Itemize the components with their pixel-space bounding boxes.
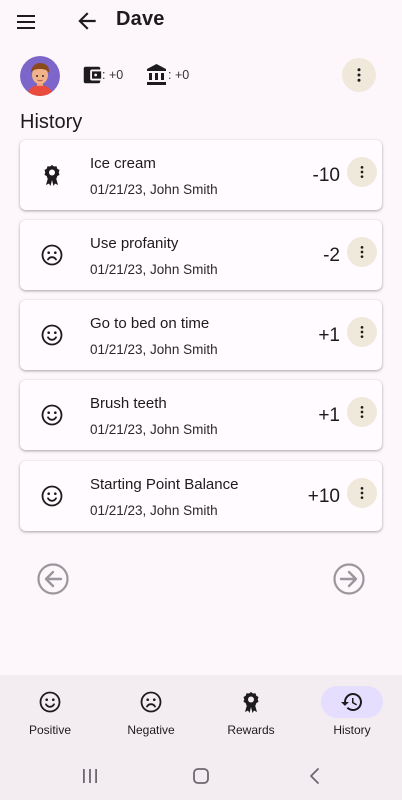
history-item-meta: 01/21/23, John Smith bbox=[90, 262, 218, 277]
smile-face-icon bbox=[41, 404, 63, 426]
item-more-button[interactable] bbox=[347, 237, 377, 267]
sad-face-icon bbox=[140, 691, 162, 713]
nav-label: Negative bbox=[127, 723, 175, 737]
nav-history[interactable]: History bbox=[302, 675, 402, 753]
more-vert-icon bbox=[357, 68, 361, 82]
sad-face-icon bbox=[41, 244, 63, 266]
more-vert-icon bbox=[360, 166, 364, 178]
bank-balance: : +0 bbox=[168, 68, 190, 82]
history-item[interactable]: Go to bed on time 01/21/23, John Smith +… bbox=[20, 300, 382, 370]
history-item-name: Use profanity bbox=[90, 235, 179, 252]
menu-icon[interactable] bbox=[14, 10, 38, 34]
history-item[interactable]: Starting Point Balance 01/21/23, John Sm… bbox=[20, 461, 382, 531]
more-vert-icon bbox=[360, 246, 364, 258]
smile-face-icon bbox=[41, 485, 63, 507]
history-item[interactable]: Ice cream 01/21/23, John Smith -10 bbox=[20, 140, 382, 210]
item-more-button[interactable] bbox=[347, 157, 377, 187]
next-page-icon[interactable] bbox=[333, 563, 365, 595]
history-item[interactable]: Use profanity 01/21/23, John Smith -2 bbox=[20, 220, 382, 290]
history-item-name: Brush teeth bbox=[90, 395, 167, 412]
nav-label: Rewards bbox=[227, 723, 275, 737]
bank-icon bbox=[147, 64, 166, 85]
wallet-balance: : +0 bbox=[102, 68, 124, 82]
history-item-name: Ice cream bbox=[90, 155, 156, 172]
history-item-points: -2 bbox=[323, 245, 340, 266]
history-item-meta: 01/21/23, John Smith bbox=[90, 422, 218, 437]
history-item-meta: 01/21/23, John Smith bbox=[90, 503, 218, 518]
history-item-points: +1 bbox=[318, 405, 340, 426]
more-vert-icon bbox=[360, 326, 364, 338]
item-more-button[interactable] bbox=[347, 317, 377, 347]
app-bar: Dave bbox=[0, 0, 402, 44]
history-item-points: -10 bbox=[312, 165, 340, 186]
nav-pill bbox=[220, 686, 282, 718]
nav-label: History bbox=[333, 723, 371, 737]
reward-ribbon-icon bbox=[44, 165, 60, 186]
recent-apps-icon[interactable] bbox=[80, 767, 100, 785]
home-icon[interactable] bbox=[191, 766, 211, 786]
history-item-points: +1 bbox=[318, 325, 340, 346]
back-arrow-icon[interactable] bbox=[74, 8, 100, 34]
avatar bbox=[20, 56, 60, 96]
more-vert-icon bbox=[360, 487, 364, 499]
item-more-button[interactable] bbox=[347, 478, 377, 508]
nav-positive[interactable]: Positive bbox=[0, 675, 100, 753]
smile-face-icon bbox=[39, 691, 61, 713]
wallet-icon bbox=[83, 66, 102, 84]
more-vert-icon bbox=[360, 406, 364, 418]
nav-rewards[interactable]: Rewards bbox=[201, 675, 301, 753]
history-item-meta: 01/21/23, John Smith bbox=[90, 182, 218, 197]
nav-label: Positive bbox=[28, 723, 72, 737]
smile-face-icon bbox=[41, 324, 63, 346]
nav-negative[interactable]: Negative bbox=[101, 675, 201, 753]
history-icon bbox=[341, 693, 362, 711]
history-item[interactable]: Brush teeth 01/21/23, John Smith +1 bbox=[20, 380, 382, 450]
page-title: Dave bbox=[116, 8, 165, 30]
nav-pill bbox=[120, 686, 182, 718]
bottom-navigation: Positive Negative Rewards History bbox=[0, 675, 402, 753]
reward-ribbon-icon bbox=[243, 692, 259, 713]
section-title: History bbox=[20, 111, 83, 133]
history-item-meta: 01/21/23, John Smith bbox=[90, 342, 218, 357]
history-item-points: +10 bbox=[307, 486, 340, 507]
item-more-button[interactable] bbox=[347, 397, 377, 427]
history-item-name: Go to bed on time bbox=[90, 315, 210, 332]
history-item-name: Starting Point Balance bbox=[90, 476, 239, 493]
more-options-button[interactable] bbox=[342, 58, 376, 92]
nav-pill bbox=[19, 686, 81, 718]
nav-pill-active bbox=[321, 686, 383, 718]
system-back-icon[interactable] bbox=[305, 766, 325, 786]
previous-page-icon[interactable] bbox=[37, 563, 69, 595]
